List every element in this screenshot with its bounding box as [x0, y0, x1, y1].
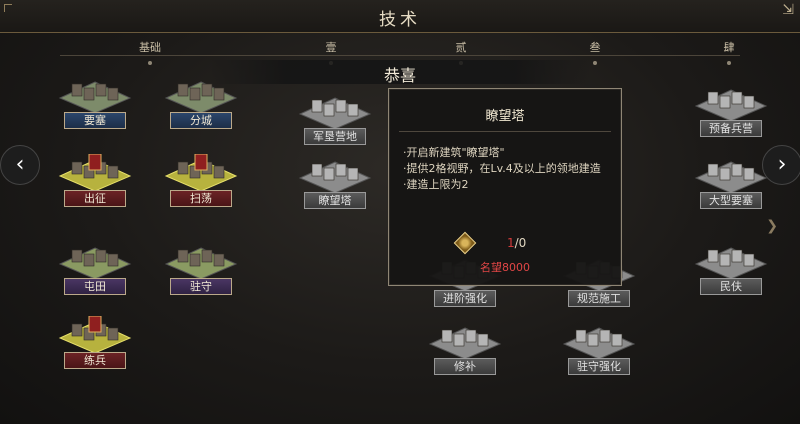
tech-node-chuzheng[interactable]: 出征: [50, 150, 140, 210]
garrison-upgrade-icon: [562, 327, 636, 360]
tech-label: 修补: [434, 358, 496, 375]
garrison-icon: [164, 247, 238, 280]
banner-text: 恭喜: [383, 66, 416, 85]
tech-label: 进阶强化: [434, 290, 496, 307]
tech-label: 扫荡: [170, 190, 232, 207]
tech-label: 要塞: [64, 112, 126, 129]
large-fortress-icon: [694, 161, 768, 194]
war-flag-icon: [58, 154, 132, 192]
repair-icon: [428, 327, 502, 360]
prev-page-button[interactable]: ‹: [0, 145, 40, 185]
tech-label: 规范施工: [568, 290, 630, 307]
tier-dot: [593, 61, 597, 65]
tech-label: 民伕: [700, 278, 762, 295]
barracks-icon: [694, 89, 768, 122]
tech-node-liaowangta[interactable]: 瞭望塔: [290, 152, 380, 212]
tooltip-description: ·开启新建筑"瞭望塔" ·提供2格视野，在Lv.4及以上的领地建造 ·建造上限为…: [403, 145, 613, 193]
tech-level: 1/0: [507, 236, 527, 250]
tier-label-4[interactable]: 肆: [704, 39, 754, 65]
tech-node-yubei[interactable]: 预备兵营: [686, 80, 776, 140]
tech-label: 预备兵营: [700, 120, 762, 137]
tier-dot: [727, 61, 731, 65]
title-bar: 技术 ⇲: [0, 0, 800, 33]
next-page-button[interactable]: ›: [762, 145, 800, 185]
tech-label: 出征: [64, 190, 126, 207]
fame-requirement: 名望8000: [480, 261, 530, 274]
tech-node-tuntian[interactable]: 屯田: [50, 238, 140, 298]
tooltip-line: ·建造上限为2: [403, 178, 469, 191]
exit-icon[interactable]: ⇲: [782, 2, 794, 18]
farmland-icon: [58, 247, 132, 280]
tech-node-lianbing[interactable]: 练兵: [50, 312, 140, 372]
watchtower-icon: [298, 161, 372, 194]
tech-node-minfu[interactable]: 民伕: [686, 238, 776, 298]
tech-label: 练兵: [64, 352, 126, 369]
tech-label: 瞭望塔: [304, 192, 366, 209]
tech-label: 大型要塞: [700, 192, 762, 209]
laborer-icon: [694, 247, 768, 280]
tech-node-junken[interactable]: 军垦营地: [290, 88, 380, 148]
tech-node-zhushouqh[interactable]: 驻守强化: [554, 318, 644, 378]
tech-tooltip: 瞭望塔 ·开启新建筑"瞭望塔" ·提供2格视野，在Lv.4及以上的领地建造 ·建…: [388, 88, 622, 286]
tech-label: 分城: [170, 112, 232, 129]
page-title: 技术: [379, 10, 421, 30]
tech-label: 屯田: [64, 278, 126, 295]
tooltip-line: ·开启新建筑"瞭望塔": [403, 146, 505, 159]
tooltip-divider: [399, 131, 611, 132]
training-icon: [58, 316, 132, 354]
congrats-banner: 恭喜: [210, 60, 590, 85]
tier-label-basic[interactable]: 基础: [125, 39, 175, 65]
scroll-hint-icon: ❯: [766, 218, 778, 234]
tech-node-yaosai[interactable]: 要塞: [50, 72, 140, 132]
raid-flag-icon: [164, 154, 238, 192]
tooltip-title: 瞭望塔: [485, 109, 525, 124]
fortress-icon: [58, 81, 132, 114]
tech-label: 驻守强化: [568, 358, 630, 375]
tooltip-line: ·提供2格视野，在Lv.4及以上的领地建造: [403, 162, 601, 175]
tier-dot: [148, 61, 152, 65]
tech-node-fencheng[interactable]: 分城: [156, 72, 246, 132]
tier-bar: 基础 壹 贰 叁 肆: [0, 33, 800, 65]
tech-node-saodang[interactable]: 扫荡: [156, 150, 246, 210]
tech-label: 驻守: [170, 278, 232, 295]
farm-camp-icon: [298, 97, 372, 130]
city-icon: [164, 81, 238, 114]
tech-label: 军垦营地: [304, 128, 366, 145]
tech-node-zhushou[interactable]: 驻守: [156, 238, 246, 298]
level-gem-icon: [453, 231, 477, 255]
tech-node-xiubu[interactable]: 修补: [420, 318, 510, 378]
